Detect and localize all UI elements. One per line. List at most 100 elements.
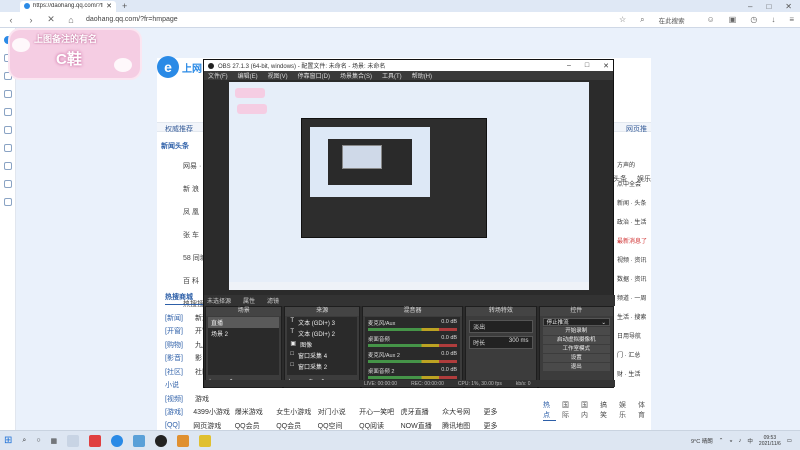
strip-left-label[interactable]: 权威推荐 (165, 124, 193, 134)
exit-button[interactable]: 退出 (542, 363, 610, 371)
maximize-button[interactable]: □ (766, 2, 771, 11)
category-label[interactable]: [影音] (165, 353, 195, 363)
browser-taskbar-icon[interactable] (133, 434, 146, 447)
refresh-icon[interactable]: ✕ (46, 14, 56, 25)
sidebar-tool-icon[interactable] (3, 180, 12, 188)
menu-icon[interactable]: ≡ (789, 15, 794, 24)
source-item[interactable]: ▣ 图像 (287, 339, 356, 350)
obs-maximize-button[interactable]: □ (585, 62, 589, 70)
right-news-item[interactable]: 视频 · 资讯 (617, 255, 657, 264)
category-label[interactable]: 小说 (165, 380, 195, 390)
download-icon[interactable]: ↓ (771, 15, 775, 24)
network-icon[interactable]: ◒ (729, 438, 732, 444)
category-link[interactable]: 4399小游戏 (193, 407, 234, 417)
sidebar-settings-icon[interactable] (3, 198, 12, 206)
search-icon[interactable]: ⌕ (22, 437, 26, 445)
tab-close-icon[interactable]: ✕ (106, 2, 112, 10)
category-label[interactable]: [游戏] (165, 407, 193, 417)
right-news-item[interactable]: 频道 · 一周 (617, 293, 657, 302)
notification-icon[interactable]: ▭ (787, 438, 792, 444)
widgets-icon[interactable]: ▦ (51, 437, 58, 445)
app-icon[interactable] (177, 434, 190, 447)
search-icon[interactable]: ⌕ (640, 15, 644, 25)
menu-edit[interactable]: 编辑(E) (238, 71, 258, 80)
home-icon[interactable]: ⌂ (66, 15, 76, 25)
task-view-icon[interactable]: ○ (36, 437, 40, 444)
news-tab[interactable]: 体育 (638, 400, 651, 421)
hot-news-title[interactable]: 新闻头条 (161, 141, 189, 151)
studio-mode-button[interactable]: 工作室模式 (542, 345, 610, 353)
volume-meter[interactable] (367, 344, 458, 347)
right-news-item[interactable]: 政治 · 生活 (617, 217, 657, 226)
source-item[interactable]: T 文本 (GDI+) 2 (287, 328, 356, 339)
sidebar-calendar-icon[interactable] (3, 108, 12, 116)
close-window-button[interactable]: ✕ (785, 2, 792, 11)
start-icon[interactable]: ⊞ (4, 435, 12, 446)
tray-chevron-icon[interactable]: ⌃ (719, 438, 724, 444)
category-link[interactable]: 虎牙直播 (401, 407, 442, 417)
obs-preview[interactable] (229, 82, 589, 290)
category-link[interactable]: 对门小说 (318, 407, 359, 417)
right-news-item[interactable]: 数据 · 资讯 (617, 274, 657, 283)
filters-button[interactable]: 滤镜 (267, 296, 279, 305)
browser-tab[interactable]: https://daohang.qq.com/?fr=hmp ✕ (20, 0, 116, 12)
collections-icon[interactable]: ▣ (729, 15, 737, 24)
sidebar-game-icon[interactable] (3, 162, 12, 170)
right-news-item[interactable]: 新闻 · 头条 (617, 198, 657, 207)
category-label[interactable]: [新闻] (165, 313, 195, 323)
category-link[interactable]: 更多 (484, 407, 525, 417)
url-field[interactable]: daohang.qq.com/?fr=hmpage (86, 16, 426, 23)
right-news-item[interactable]: 生活 · 搜索 (617, 312, 657, 321)
category-link[interactable]: 游戏 (195, 394, 239, 404)
user-icon[interactable]: ☺ (707, 15, 715, 24)
new-tab-icon[interactable]: + (122, 1, 127, 11)
menu-docks[interactable]: 停靠窗口(D) (298, 71, 330, 80)
obs-taskbar-icon[interactable] (155, 434, 168, 447)
menu-file[interactable]: 文件(F) (208, 71, 228, 80)
news-tab[interactable]: 搞笑 (600, 400, 613, 421)
site-logo[interactable]: e 上网 (157, 56, 202, 78)
bookmark-icon[interactable]: ☆ (619, 15, 626, 24)
explorer-icon[interactable] (67, 434, 80, 447)
search-box[interactable]: 在此搜索 (659, 15, 685, 25)
news-tab[interactable]: 娱乐 (619, 400, 632, 421)
language-indicator[interactable]: 中 (747, 437, 753, 445)
category-link[interactable]: 女生小游戏 (276, 407, 317, 417)
transition-duration[interactable]: 时长 300 ms (469, 336, 533, 349)
settings-button[interactable]: 设置 (542, 354, 610, 362)
obs-close-button[interactable]: ✕ (603, 62, 609, 70)
forward-icon[interactable]: › (26, 15, 36, 25)
menu-view[interactable]: 视图(V) (268, 71, 288, 80)
category-label[interactable]: [开窗] (165, 326, 195, 336)
volume-icon[interactable]: ♪ (739, 438, 742, 444)
category-link[interactable]: 开心一笑吧 (359, 407, 400, 417)
sidebar-chat-icon[interactable] (3, 90, 12, 98)
properties-button[interactable]: 属性 (243, 296, 255, 305)
right-news-item[interactable]: 日用导航 (617, 331, 657, 340)
minimize-button[interactable]: – (748, 2, 752, 11)
source-item[interactable]: □ 窗口采集 4 (287, 350, 356, 361)
sidebar-mail-icon[interactable] (3, 72, 12, 80)
menu-scene-collection[interactable]: 场景集合(S) (340, 71, 372, 80)
news-tab[interactable]: 国内 (581, 400, 594, 421)
right-news-item[interactable]: 点中全会 (617, 179, 657, 188)
category-label[interactable]: [社区] (165, 367, 195, 377)
app-icon[interactable] (89, 434, 102, 447)
start-recording-button[interactable]: 开始录制 (542, 327, 610, 335)
right-news-item[interactable]: 财 · 生活 (617, 369, 657, 378)
back-icon[interactable]: ‹ (6, 15, 16, 25)
source-item[interactable]: T 文本 (GDI+) 3 (287, 317, 356, 328)
sidebar-cloud-icon[interactable] (3, 144, 12, 152)
obs-minimize-button[interactable]: – (567, 62, 571, 70)
clock[interactable]: 09:53 2021/11/6 (759, 435, 781, 447)
edge-icon[interactable] (111, 434, 124, 447)
volume-meter[interactable] (367, 360, 458, 363)
scene-item[interactable]: 直播 (208, 317, 280, 328)
transition-select[interactable]: 淡出 (469, 320, 533, 333)
right-news-item[interactable]: 方声的 (617, 160, 657, 169)
history-icon[interactable]: ◷ (750, 15, 757, 24)
category-label[interactable]: [QQ] (165, 422, 193, 429)
news-tab[interactable]: 热点 (543, 400, 556, 421)
app-icon[interactable] (199, 434, 212, 447)
stop-streaming-button[interactable]: 停止推流 ⌄ (542, 318, 610, 326)
